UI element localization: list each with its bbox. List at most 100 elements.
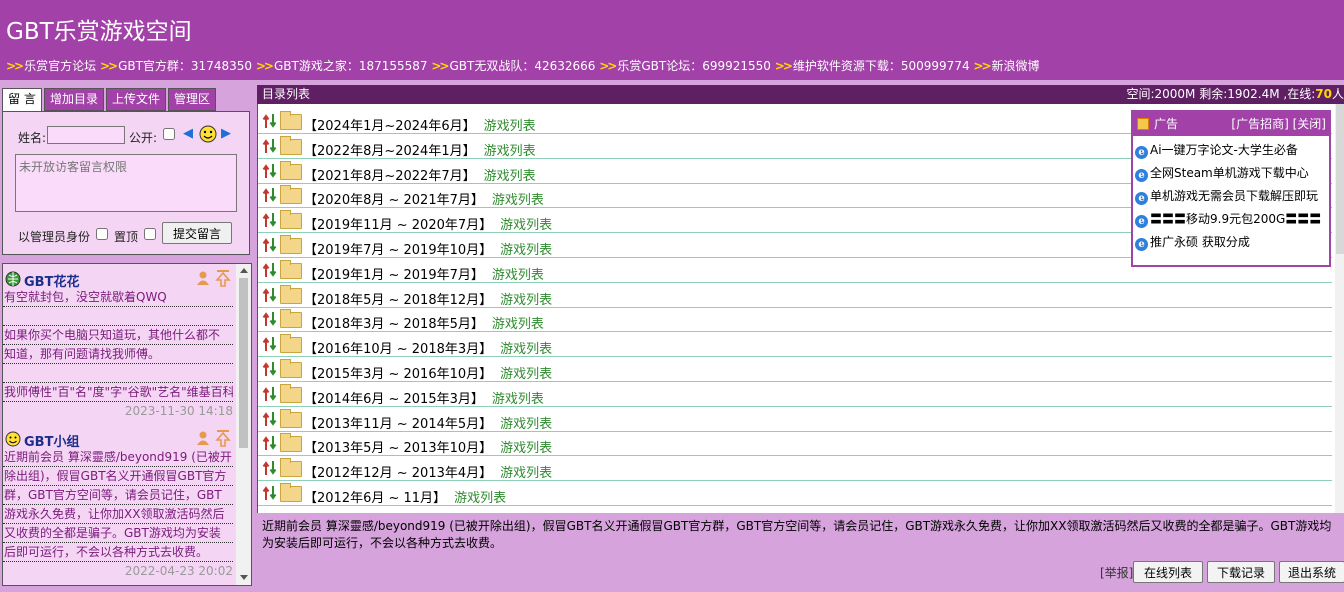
folder-icon[interactable] [280,285,302,304]
link-weibo[interactable]: 新浪微博 [992,59,1040,73]
directory-name[interactable]: 【2019年1月 ~ 2019年7月】 游戏列表 [304,264,544,283]
online-list-button[interactable]: 在线列表 [1133,561,1203,583]
directory-row[interactable]: 【2012年12月 ~ 2013年4月】 游戏列表 [258,456,1332,481]
tab-add-directory[interactable]: 增加目录 [44,88,104,111]
sort-arrows-icon[interactable] [262,460,278,479]
link-game-home[interactable]: GBT游戏之家：187155587 [274,59,428,73]
pin-top-icon[interactable] [215,269,231,290]
folder-icon[interactable] [280,260,302,279]
ad-item[interactable]: e 单机游戏无需会员下载解压即玩 [1135,185,1318,207]
directory-name[interactable]: 【2020年8月 ~ 2021年7月】 游戏列表 [304,189,544,208]
sort-arrows-icon[interactable] [262,262,278,281]
directory-name[interactable]: 【2012年12月 ~ 2013年4月】 游戏列表 [304,462,552,481]
sort-arrows-icon[interactable] [262,113,278,132]
directory-row[interactable]: 【2016年10月 ~ 2018年3月】 游戏列表 [258,332,1332,357]
sort-arrows-icon[interactable] [262,138,278,157]
folder-icon[interactable] [280,458,302,477]
directory-name[interactable]: 【2013年11月 ~ 2014年5月】 游戏列表 [304,413,552,432]
directory-name[interactable]: 【2012年6月 ~ 11月】 游戏列表 [304,487,506,506]
sort-arrows-icon[interactable] [262,311,278,330]
scroll-up-icon[interactable] [240,268,248,273]
next-emoji-icon[interactable]: ▶ [221,126,231,141]
ad-item[interactable]: e 〓〓〓移动9.9元包200G〓〓〓 [1135,208,1321,230]
game-list-link[interactable]: 游戏列表 [492,268,544,283]
sort-arrows-icon[interactable] [262,237,278,256]
game-list-link[interactable]: 游戏列表 [492,193,544,208]
game-list-link[interactable]: 游戏列表 [500,243,552,258]
link-official-group[interactable]: GBT官方群：31748350 [118,59,252,73]
link-software[interactable]: 维护软件资源下载：500999774 [793,59,970,73]
name-input[interactable] [47,126,125,144]
admin-user-icon[interactable] [196,430,210,449]
download-log-button[interactable]: 下载记录 [1207,561,1275,583]
game-list-link[interactable]: 游戏列表 [500,293,552,308]
directory-name[interactable]: 【2014年6月 ~ 2015年3月】 游戏列表 [304,388,544,407]
game-list-link[interactable]: 游戏列表 [484,119,536,134]
game-list-link[interactable]: 游戏列表 [500,218,552,233]
folder-icon[interactable] [280,185,302,204]
directory-row[interactable]: 【2018年3月 ~ 2018年5月】 游戏列表 [258,307,1332,332]
game-list-link[interactable]: 游戏列表 [500,417,552,432]
submit-message-button[interactable]: 提交留言 [162,222,232,244]
link-forum[interactable]: 乐赏官方论坛 [24,59,96,73]
directory-name[interactable]: 【2022年8月~2024年1月】 游戏列表 [304,140,536,159]
directory-name[interactable]: 【2016年10月 ~ 2018年3月】 游戏列表 [304,338,552,357]
directory-name[interactable]: 【2021年8月~2022年7月】 游戏列表 [304,165,536,184]
ad-recruit-link[interactable]: [广告招商] [1231,117,1288,131]
sort-arrows-icon[interactable] [262,361,278,380]
message-scrollbar[interactable] [236,264,251,585]
directory-scroll-thumb[interactable] [1336,104,1344,254]
folder-icon[interactable] [280,309,302,328]
directory-row[interactable]: 【2013年11月 ~ 2014年5月】 游戏列表 [258,407,1332,432]
logout-button[interactable]: 退出系统 [1279,561,1344,583]
directory-row[interactable]: 【2013年5月 ~ 2013年10月】 游戏列表 [258,431,1332,456]
game-list-link[interactable]: 游戏列表 [484,169,536,184]
ad-item[interactable]: e Ai一键万字论文-大学生必备 [1135,139,1298,161]
message-textarea[interactable] [15,154,237,212]
folder-icon[interactable] [280,384,302,403]
folder-icon[interactable] [280,409,302,428]
directory-name[interactable]: 【2018年3月 ~ 2018年5月】 游戏列表 [304,313,544,332]
top-checkbox[interactable] [144,228,156,240]
sort-arrows-icon[interactable] [262,411,278,430]
game-list-link[interactable]: 游戏列表 [454,491,506,506]
game-list-link[interactable]: 游戏列表 [492,392,544,407]
directory-name[interactable]: 【2018年5月 ~ 2018年12月】 游戏列表 [304,289,552,308]
sort-arrows-icon[interactable] [262,336,278,355]
game-list-link[interactable]: 游戏列表 [484,144,536,159]
directory-name[interactable]: 【2024年1月~2024年6月】 游戏列表 [304,115,536,134]
game-list-link[interactable]: 游戏列表 [500,441,552,456]
admin-user-icon[interactable] [196,270,210,289]
link-team[interactable]: GBT无双战队：42632666 [449,59,595,73]
link-gbt-forum[interactable]: 乐赏GBT论坛：699921550 [617,59,771,73]
folder-icon[interactable] [280,334,302,353]
pin-top-icon[interactable] [215,429,231,450]
directory-scrollbar[interactable] [1335,104,1344,513]
folder-icon[interactable] [280,111,302,130]
scroll-down-icon[interactable] [240,575,248,580]
sort-arrows-icon[interactable] [262,187,278,206]
ad-item[interactable]: e 全网Steam单机游戏下载中心 [1135,162,1309,184]
smiley-icon[interactable] [199,125,217,146]
tab-admin[interactable]: 管理区 [168,88,216,111]
directory-name[interactable]: 【2019年11月 ~ 2020年7月】 游戏列表 [304,214,552,233]
directory-name[interactable]: 【2015年3月 ~ 2016年10月】 游戏列表 [304,363,552,382]
ad-close-link[interactable]: [关闭] [1293,117,1326,131]
scroll-thumb[interactable] [239,278,248,448]
admin-checkbox[interactable] [96,228,108,240]
game-list-link[interactable]: 游戏列表 [500,466,552,481]
directory-row[interactable]: 【2014年6月 ~ 2015年3月】 游戏列表 [258,382,1332,407]
directory-row[interactable]: 【2015年3月 ~ 2016年10月】 游戏列表 [258,357,1332,382]
tab-upload-file[interactable]: 上传文件 [106,88,166,111]
directory-row[interactable]: 【2018年5月 ~ 2018年12月】 游戏列表 [258,283,1332,308]
report-link[interactable]: [举报] [1100,564,1133,581]
game-list-link[interactable]: 游戏列表 [492,317,544,332]
ad-item[interactable]: e 推广永硕 获取分成 [1135,231,1250,253]
directory-row[interactable]: 【2012年6月 ~ 11月】 游戏列表 [258,481,1332,506]
folder-icon[interactable] [280,136,302,155]
game-list-link[interactable]: 游戏列表 [500,367,552,382]
public-checkbox[interactable] [163,128,175,140]
game-list-link[interactable]: 游戏列表 [500,342,552,357]
directory-name[interactable]: 【2019年7月 ~ 2019年10月】 游戏列表 [304,239,552,258]
folder-icon[interactable] [280,359,302,378]
